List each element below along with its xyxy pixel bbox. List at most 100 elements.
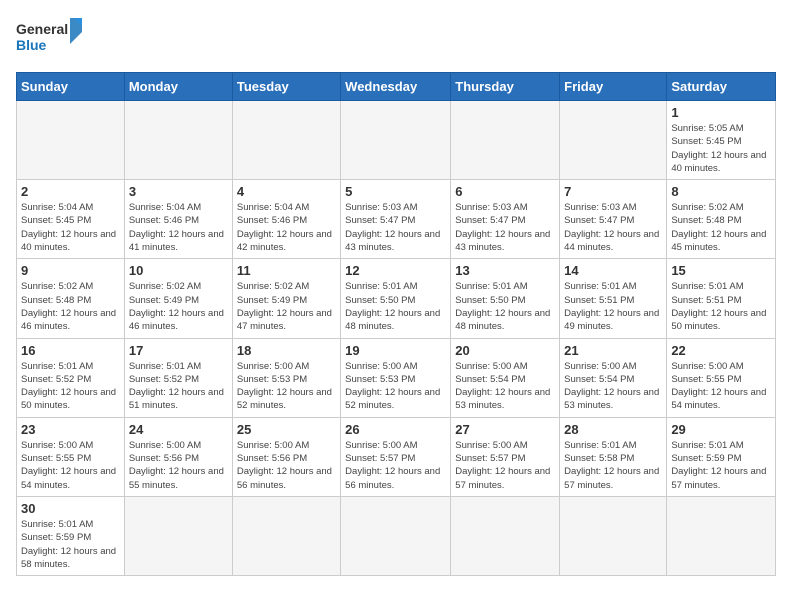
- day-number: 12: [345, 263, 446, 278]
- day-info: Sunrise: 5:00 AM Sunset: 5:57 PM Dayligh…: [345, 439, 446, 492]
- day-info: Sunrise: 5:01 AM Sunset: 5:52 PM Dayligh…: [21, 360, 120, 413]
- calendar-week-row: 23Sunrise: 5:00 AM Sunset: 5:55 PM Dayli…: [17, 417, 776, 496]
- calendar-day-cell: 15 Sunrise: 5:01 AM Sunset: 5:51 PM Dayli…: [667, 259, 776, 338]
- calendar-day-cell: [560, 496, 667, 575]
- calendar-day-cell: 8Sunrise: 5:02 AM Sunset: 5:48 PM Daylig…: [667, 180, 776, 259]
- calendar-day-cell: 22 Sunrise: 5:00 AM Sunset: 5:55 PM Dayli…: [667, 338, 776, 417]
- day-info: Sunrise: 5:03 AM Sunset: 5:47 PM Dayligh…: [564, 201, 662, 254]
- calendar-week-row: 30Sunrise: 5:01 AM Sunset: 5:59 PM Dayli…: [17, 496, 776, 575]
- day-number: 28: [564, 422, 662, 437]
- calendar-day-cell: 21Sunrise: 5:00 AM Sunset: 5:54 PM Dayli…: [560, 338, 667, 417]
- weekday-header-thursday: Thursday: [451, 73, 560, 101]
- day-info: Sunrise: 5:00 AM Sunset: 5:55 PM Dayligh…: [671, 360, 771, 413]
- weekday-header-wednesday: Wednesday: [341, 73, 451, 101]
- calendar-day-cell: [232, 101, 340, 180]
- day-number: 17: [129, 343, 228, 358]
- calendar-day-cell: 5 Sunrise: 5:03 AM Sunset: 5:47 PM Daylig…: [341, 180, 451, 259]
- calendar-day-cell: 23Sunrise: 5:00 AM Sunset: 5:55 PM Dayli…: [17, 417, 125, 496]
- calendar-day-cell: 27 Sunrise: 5:00 AM Sunset: 5:57 PM Dayli…: [451, 417, 560, 496]
- weekday-header-monday: Monday: [124, 73, 232, 101]
- day-info: Sunrise: 5:03 AM Sunset: 5:47 PM Dayligh…: [455, 201, 555, 254]
- day-info: Sunrise: 5:00 AM Sunset: 5:55 PM Dayligh…: [21, 439, 120, 492]
- day-info: Sunrise: 5:04 AM Sunset: 5:46 PM Dayligh…: [129, 201, 228, 254]
- day-number: 1: [671, 105, 771, 120]
- calendar-week-row: 2Sunrise: 5:04 AM Sunset: 5:45 PM Daylig…: [17, 180, 776, 259]
- weekday-header-row: SundayMondayTuesdayWednesdayThursdayFrid…: [17, 73, 776, 101]
- calendar-day-cell: 25Sunrise: 5:00 AM Sunset: 5:56 PM Dayli…: [232, 417, 340, 496]
- calendar-day-cell: 24 Sunrise: 5:00 AM Sunset: 5:56 PM Dayli…: [124, 417, 232, 496]
- day-number: 3: [129, 184, 228, 199]
- calendar-day-cell: [124, 496, 232, 575]
- day-number: 10: [129, 263, 228, 278]
- day-info: Sunrise: 5:02 AM Sunset: 5:49 PM Dayligh…: [237, 280, 336, 333]
- day-number: 20: [455, 343, 555, 358]
- day-info: Sunrise: 5:01 AM Sunset: 5:50 PM Dayligh…: [345, 280, 446, 333]
- calendar-day-cell: 30Sunrise: 5:01 AM Sunset: 5:59 PM Dayli…: [17, 496, 125, 575]
- day-number: 30: [21, 501, 120, 516]
- calendar-day-cell: 7 Sunrise: 5:03 AM Sunset: 5:47 PM Daylig…: [560, 180, 667, 259]
- calendar-day-cell: 4Sunrise: 5:04 AM Sunset: 5:46 PM Daylig…: [232, 180, 340, 259]
- day-number: 4: [237, 184, 336, 199]
- calendar-day-cell: [451, 101, 560, 180]
- day-number: 27: [455, 422, 555, 437]
- calendar-day-cell: 10 Sunrise: 5:02 AM Sunset: 5:49 PM Dayli…: [124, 259, 232, 338]
- day-info: Sunrise: 5:00 AM Sunset: 5:54 PM Dayligh…: [455, 360, 555, 413]
- calendar-day-cell: 13 Sunrise: 5:01 AM Sunset: 5:50 PM Dayli…: [451, 259, 560, 338]
- day-info: Sunrise: 5:01 AM Sunset: 5:52 PM Dayligh…: [129, 360, 228, 413]
- day-number: 29: [671, 422, 771, 437]
- calendar-day-cell: [341, 496, 451, 575]
- calendar-day-cell: 6 Sunrise: 5:03 AM Sunset: 5:47 PM Daylig…: [451, 180, 560, 259]
- day-info: Sunrise: 5:02 AM Sunset: 5:48 PM Dayligh…: [21, 280, 120, 333]
- calendar-table: SundayMondayTuesdayWednesdayThursdayFrid…: [16, 72, 776, 576]
- page-header: General Blue: [16, 16, 776, 60]
- day-number: 25: [237, 422, 336, 437]
- weekday-header-tuesday: Tuesday: [232, 73, 340, 101]
- calendar-day-cell: 20 Sunrise: 5:00 AM Sunset: 5:54 PM Dayli…: [451, 338, 560, 417]
- calendar-day-cell: 16Sunrise: 5:01 AM Sunset: 5:52 PM Dayli…: [17, 338, 125, 417]
- calendar-day-cell: 12 Sunrise: 5:01 AM Sunset: 5:50 PM Dayli…: [341, 259, 451, 338]
- day-number: 15: [671, 263, 771, 278]
- weekday-header-sunday: Sunday: [17, 73, 125, 101]
- calendar-day-cell: 3 Sunrise: 5:04 AM Sunset: 5:46 PM Daylig…: [124, 180, 232, 259]
- day-number: 8: [671, 184, 771, 199]
- svg-text:Blue: Blue: [16, 37, 47, 53]
- day-number: 18: [237, 343, 336, 358]
- calendar-day-cell: 1 Sunrise: 5:05 AM Sunset: 5:45 PM Daylig…: [667, 101, 776, 180]
- calendar-day-cell: 28 Sunrise: 5:01 AM Sunset: 5:58 PM Dayli…: [560, 417, 667, 496]
- day-info: Sunrise: 5:00 AM Sunset: 5:53 PM Dayligh…: [345, 360, 446, 413]
- day-number: 6: [455, 184, 555, 199]
- day-info: Sunrise: 5:01 AM Sunset: 5:50 PM Dayligh…: [455, 280, 555, 333]
- day-number: 14: [564, 263, 662, 278]
- day-info: Sunrise: 5:01 AM Sunset: 5:51 PM Dayligh…: [671, 280, 771, 333]
- day-number: 24: [129, 422, 228, 437]
- day-number: 21: [564, 343, 662, 358]
- day-info: Sunrise: 5:01 AM Sunset: 5:58 PM Dayligh…: [564, 439, 662, 492]
- calendar-day-cell: 18 Sunrise: 5:00 AM Sunset: 5:53 PM Dayli…: [232, 338, 340, 417]
- calendar-day-cell: 29Sunrise: 5:01 AM Sunset: 5:59 PM Dayli…: [667, 417, 776, 496]
- day-number: 22: [671, 343, 771, 358]
- day-number: 7: [564, 184, 662, 199]
- svg-text:General: General: [16, 21, 68, 37]
- calendar-day-cell: [451, 496, 560, 575]
- calendar-day-cell: [341, 101, 451, 180]
- day-number: 11: [237, 263, 336, 278]
- logo-svg: General Blue: [16, 16, 86, 60]
- day-info: Sunrise: 5:02 AM Sunset: 5:49 PM Dayligh…: [129, 280, 228, 333]
- calendar-week-row: 9Sunrise: 5:02 AM Sunset: 5:48 PM Daylig…: [17, 259, 776, 338]
- logo: General Blue: [16, 16, 86, 60]
- calendar-day-cell: 17 Sunrise: 5:01 AM Sunset: 5:52 PM Dayli…: [124, 338, 232, 417]
- day-info: Sunrise: 5:04 AM Sunset: 5:45 PM Dayligh…: [21, 201, 120, 254]
- calendar-day-cell: [232, 496, 340, 575]
- day-number: 13: [455, 263, 555, 278]
- calendar-week-row: 16Sunrise: 5:01 AM Sunset: 5:52 PM Dayli…: [17, 338, 776, 417]
- day-info: Sunrise: 5:00 AM Sunset: 5:53 PM Dayligh…: [237, 360, 336, 413]
- calendar-day-cell: 26Sunrise: 5:00 AM Sunset: 5:57 PM Dayli…: [341, 417, 451, 496]
- calendar-day-cell: 19Sunrise: 5:00 AM Sunset: 5:53 PM Dayli…: [341, 338, 451, 417]
- calendar-day-cell: [560, 101, 667, 180]
- day-info: Sunrise: 5:00 AM Sunset: 5:56 PM Dayligh…: [129, 439, 228, 492]
- day-info: Sunrise: 5:05 AM Sunset: 5:45 PM Dayligh…: [671, 122, 771, 175]
- day-number: 5: [345, 184, 446, 199]
- calendar-day-cell: 2Sunrise: 5:04 AM Sunset: 5:45 PM Daylig…: [17, 180, 125, 259]
- day-info: Sunrise: 5:03 AM Sunset: 5:47 PM Dayligh…: [345, 201, 446, 254]
- day-info: Sunrise: 5:00 AM Sunset: 5:57 PM Dayligh…: [455, 439, 555, 492]
